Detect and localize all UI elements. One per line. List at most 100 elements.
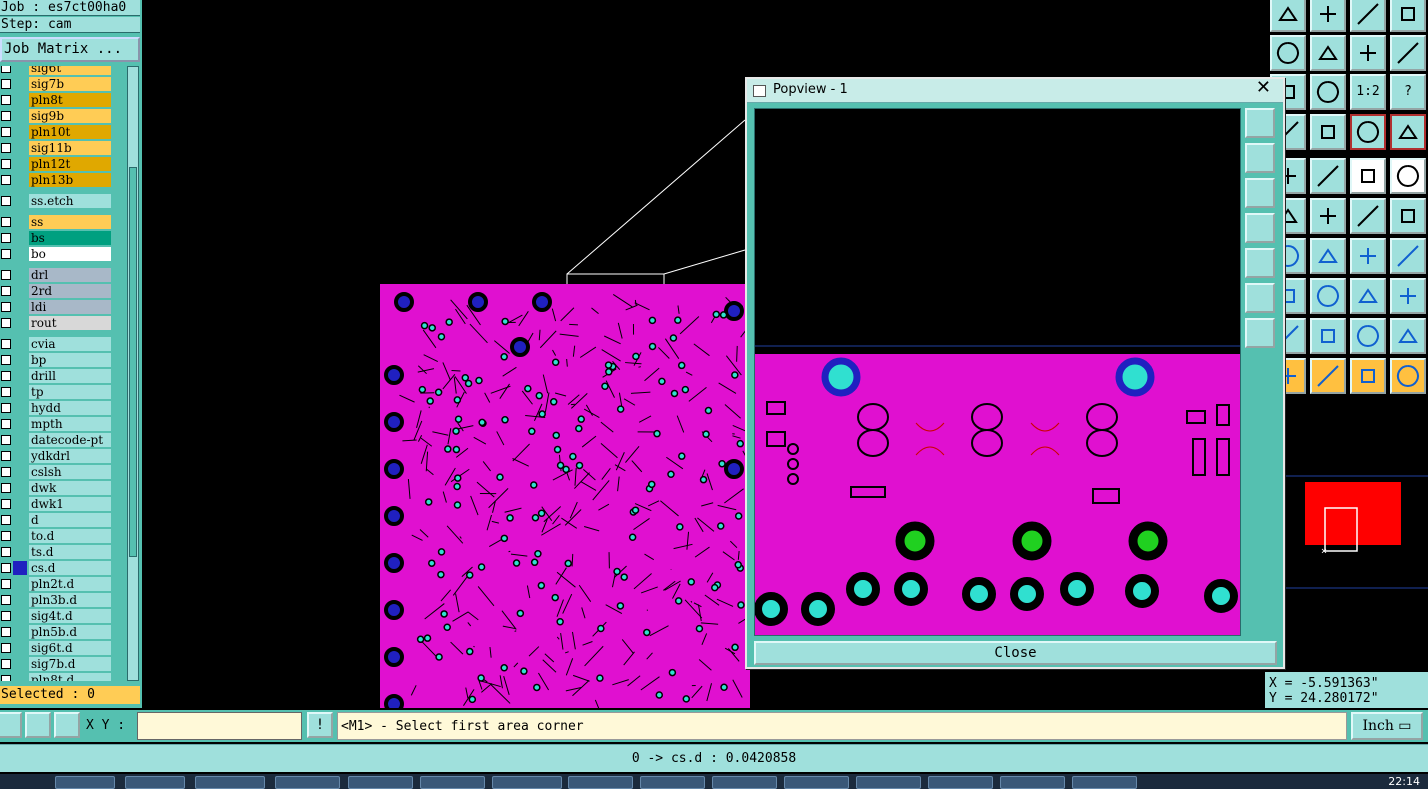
line2-icon[interactable] [1390,198,1426,234]
cross-icon[interactable] [1310,198,1346,234]
layer-name[interactable]: sig11b [29,141,111,155]
layer-checkbox[interactable] [1,127,11,137]
layer-name[interactable]: ydkdrl [29,449,111,463]
layer-color-swatch[interactable] [13,625,27,639]
line-icon[interactable] [1350,198,1386,234]
layer-checkbox[interactable] [1,579,11,589]
snap-icon[interactable] [1390,35,1426,71]
layer-checkbox[interactable] [1,531,11,541]
layer-row[interactable]: ts.d [0,544,112,560]
layer-checkbox[interactable] [1,66,11,73]
layer-row[interactable]: cslsh [0,464,112,480]
layer-name[interactable]: pln8t.d [29,673,111,681]
taskbar-item[interactable] [712,776,777,789]
layer-row[interactable]: bs [0,230,112,246]
taskbar-item[interactable] [55,776,115,789]
layer-checkbox[interactable] [1,318,11,328]
layer-name[interactable]: sig4t.d [29,609,111,623]
text-a3-icon[interactable] [1350,318,1386,354]
job-matrix-button[interactable]: Job Matrix ... [0,37,140,62]
cursor2-icon[interactable] [1310,358,1346,394]
layer-name[interactable]: drill [29,369,111,383]
layer-name[interactable]: ss [29,215,111,229]
layer-name[interactable]: hydd [29,401,111,415]
layer-name[interactable]: dwk1 [29,497,111,511]
layer-name[interactable]: sig7b [29,77,111,91]
cursor3-icon[interactable] [1350,358,1386,394]
taskbar-item[interactable] [1072,776,1137,789]
layer-color-swatch[interactable] [13,593,27,607]
layer-checkbox[interactable] [1,175,11,185]
layer-name[interactable]: cslsh [29,465,111,479]
layer-row[interactable]: pln2t.d [0,576,112,592]
layer-color-swatch[interactable] [13,141,27,155]
layer-name[interactable]: bs [29,231,111,245]
layer-row[interactable]: drill [0,368,112,384]
unit-select[interactable]: Inch ▭ [1351,712,1423,740]
pcb-board[interactable] [380,284,750,708]
layer-name[interactable]: dwk [29,481,111,495]
ff-icon[interactable] [1390,238,1426,274]
layer-row[interactable]: sig4t.d [0,608,112,624]
layer-color-swatch[interactable] [13,300,27,314]
prev-icon[interactable] [1270,35,1306,71]
layer-color-swatch[interactable] [13,609,27,623]
layer-name[interactable]: 2rd [29,284,111,298]
layer-color-swatch[interactable] [13,401,27,415]
text-a2-icon[interactable] [1310,318,1346,354]
taskbar-item[interactable] [492,776,562,789]
layer-color-swatch[interactable] [13,215,27,229]
probe-icon[interactable] [1310,114,1346,150]
route-icon[interactable] [1310,158,1346,194]
layer-color-swatch[interactable] [13,577,27,591]
layer-name[interactable]: pln3b.d [29,593,111,607]
layer-checkbox[interactable] [1,675,11,681]
layer-checkbox[interactable] [1,659,11,669]
layer-checkbox[interactable] [1,403,11,413]
taskbar-item[interactable] [275,776,340,789]
layer-row[interactable]: datecode-pt [0,432,112,448]
layer-name[interactable]: sig9b [29,109,111,123]
layer-checkbox[interactable] [1,499,11,509]
layer-row[interactable]: bp [0,352,112,368]
layer-checkbox[interactable] [1,143,11,153]
pan-right-icon[interactable] [1245,248,1275,278]
layer-name[interactable]: cvia [29,337,111,351]
pan-icon[interactable] [1310,74,1346,110]
layer-checkbox[interactable] [1,627,11,637]
close-icon[interactable]: ✕ [1256,77,1271,98]
layer-name[interactable]: to.d [29,529,111,543]
layer-color-swatch[interactable] [13,529,27,543]
taskbar-item[interactable] [640,776,705,789]
layer-color-swatch[interactable] [13,247,27,261]
taskbar-item[interactable] [784,776,849,789]
popview-titlebar[interactable]: Popview - 1 ✕ [747,77,1283,103]
layer-name[interactable]: sig6t.d [29,641,111,655]
layer-name[interactable]: pln12t [29,157,111,171]
fit-icon[interactable] [1245,283,1275,313]
layer-color-swatch[interactable] [13,268,27,282]
layer-color-swatch[interactable] [13,641,27,655]
layer-name[interactable]: rout [29,316,111,330]
layer-row[interactable]: ss [0,214,112,230]
layer-color-swatch[interactable] [13,93,27,107]
layer-name[interactable]: tp [29,385,111,399]
layer-checkbox[interactable] [1,643,11,653]
layer-color-swatch[interactable] [13,231,27,245]
measure-icon[interactable] [1350,158,1386,194]
layer-row[interactable]: pln3b.d [0,592,112,608]
layer-color-swatch[interactable] [13,284,27,298]
layer-color-swatch[interactable] [13,433,27,447]
layer-checkbox[interactable] [1,233,11,243]
next-icon[interactable] [1310,35,1346,71]
layer-name[interactable]: pln13b [29,173,111,187]
layer-row[interactable]: sig6t.d [0,640,112,656]
layer-name[interactable]: pln5b.d [29,625,111,639]
layer-row[interactable]: sig11b [0,140,112,156]
arc-icon[interactable] [1350,238,1386,274]
overview-map[interactable]: × [1265,440,1428,620]
help-icon[interactable]: ? [1390,74,1426,110]
warning-button[interactable]: ! [307,712,333,738]
split-view-icon[interactable] [1390,0,1426,32]
layer-checkbox[interactable] [1,286,11,296]
